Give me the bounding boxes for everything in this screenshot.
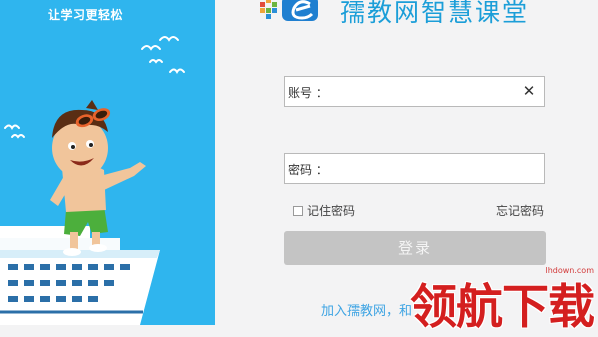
watermark: 领航下载 lhdown.com <box>410 266 598 335</box>
account-field[interactable]: 账号 ： ✕ <box>284 76 545 107</box>
left-promo-panel: 让学习更轻松 <box>0 0 215 325</box>
password-label: 密码 ： <box>288 163 328 177</box>
account-input[interactable] <box>335 79 519 106</box>
join-link[interactable]: 加入孺教网，和 <box>321 300 412 319</box>
checkbox-icon[interactable] <box>293 205 303 216</box>
app-logo-icon <box>260 0 318 21</box>
remember-password-checkbox[interactable]: 记住密码 <box>293 202 355 219</box>
mascot-illustration <box>0 36 185 325</box>
app-logo-header: 孺教网智慧课堂 <box>258 0 558 27</box>
clear-icon[interactable]: ✕ <box>521 83 537 99</box>
login-button[interactable]: 登录 <box>284 231 546 265</box>
watermark-text: 领航下载 <box>410 280 595 335</box>
app-title: 孺教网智慧课堂 <box>340 0 530 27</box>
forgot-password-link[interactable]: 忘记密码 <box>496 202 544 219</box>
password-input[interactable] <box>335 156 519 183</box>
watermark-site: lhdown.com <box>545 266 594 275</box>
password-field[interactable]: 密码 ： <box>284 153 545 184</box>
remember-password-label: 记住密码 <box>307 204 356 218</box>
account-label: 账号 ： <box>288 86 328 100</box>
